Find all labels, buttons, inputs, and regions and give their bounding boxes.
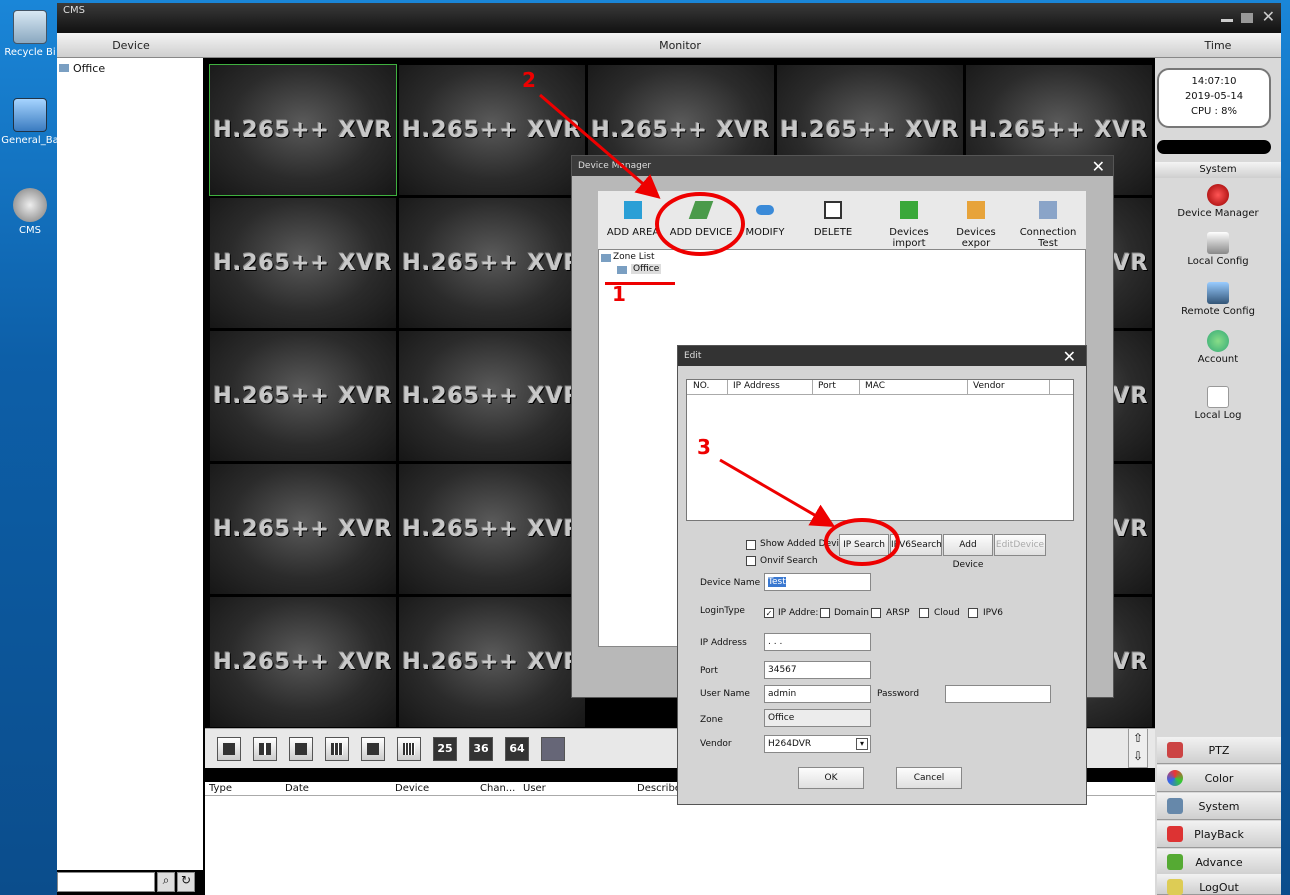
arrow-to-ip-search	[719, 458, 836, 528]
highlight-add-device	[655, 192, 745, 256]
highlight-ip-search	[824, 518, 900, 566]
arrow-to-add-device	[539, 93, 661, 199]
annotation-arrows	[539, 93, 900, 566]
